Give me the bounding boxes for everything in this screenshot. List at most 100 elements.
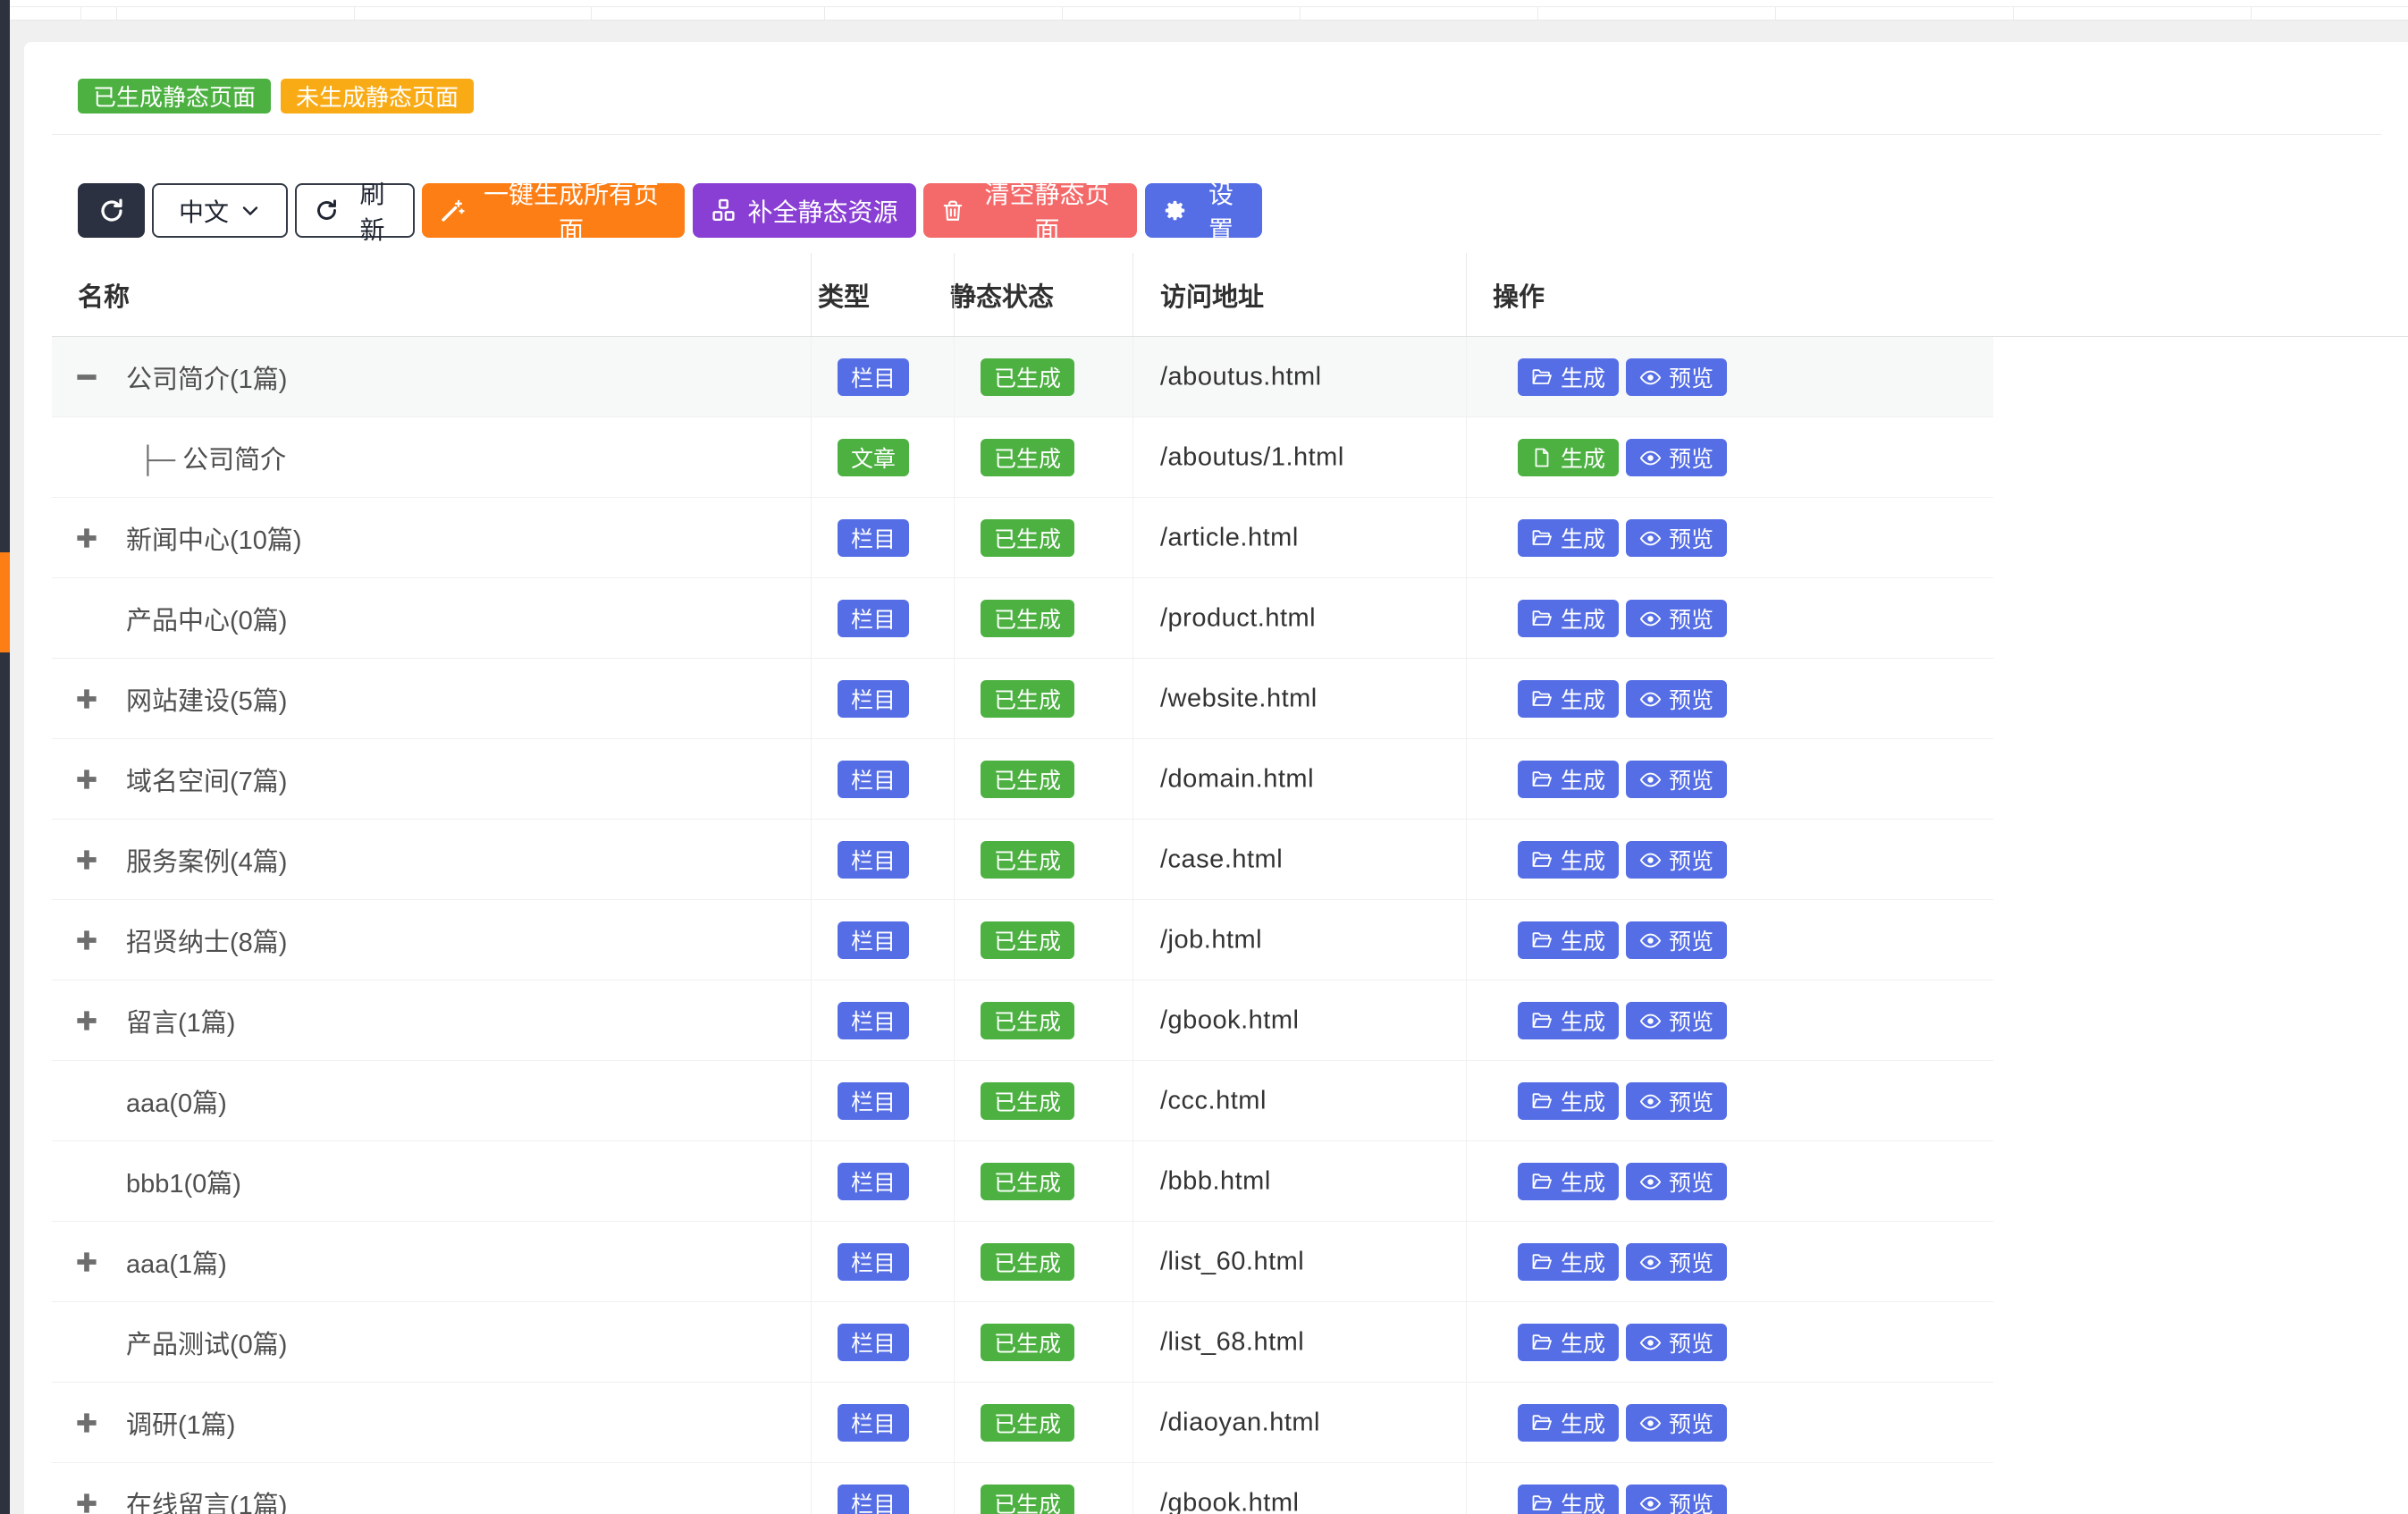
preview-button[interactable]: 预览	[1626, 921, 1727, 959]
preview-button[interactable]: 预览	[1626, 1002, 1727, 1039]
generate-button[interactable]: 生成	[1518, 1243, 1619, 1281]
table-row: ├─ 在线留言(1篇) 栏目 已生成 /gbook.html 生成 预览	[52, 1463, 1993, 1514]
status-badge: 已生成	[981, 1324, 1074, 1361]
generate-button[interactable]: 生成	[1518, 921, 1619, 959]
tree-toggle[interactable]	[72, 362, 102, 392]
plus-icon	[72, 684, 102, 714]
status-badge: 已生成	[981, 761, 1074, 798]
generate-button[interactable]: 生成	[1518, 761, 1619, 798]
plus-icon	[72, 523, 102, 553]
preview-button[interactable]: 预览	[1626, 519, 1727, 557]
strip-column-divider	[2013, 6, 2014, 20]
header-action: 操作	[1493, 253, 1545, 337]
preview-button[interactable]: 预览	[1626, 600, 1727, 637]
tree-toggle[interactable]	[72, 1408, 102, 1438]
generate-button[interactable]: 生成	[1518, 439, 1619, 476]
page-name: ├─ 招贤纳士(8篇)	[126, 921, 287, 959]
settings-button[interactable]: 设置	[1145, 183, 1262, 238]
table-row: ├─ 产品测试(0篇) 栏目 已生成 /list_68.html 生成 预览	[52, 1302, 1993, 1383]
eye-icon	[1639, 527, 1661, 549]
preview-button[interactable]: 预览	[1626, 1404, 1727, 1442]
status-badge: 已生成	[981, 439, 1074, 476]
type-badge: 栏目	[838, 1082, 909, 1120]
preview-button[interactable]: 预览	[1626, 1082, 1727, 1120]
eye-icon	[1639, 849, 1661, 871]
generate-button[interactable]: 生成	[1518, 1485, 1619, 1514]
tree-toggle[interactable]	[72, 925, 102, 955]
preview-button[interactable]: 预览	[1626, 1485, 1727, 1514]
page-name: ├─ 产品测试(0篇)	[126, 1324, 287, 1361]
legend: 已生成静态页面 未生成静态页面	[78, 79, 474, 114]
column-divider	[811, 253, 812, 337]
preview-button[interactable]: 预览	[1626, 1163, 1727, 1200]
type-badge: 栏目	[838, 358, 909, 396]
page-name: ├─ 调研(1篇)	[126, 1404, 235, 1442]
generate-button[interactable]: 生成	[1518, 1002, 1619, 1039]
refresh-icon	[98, 198, 125, 224]
table-row: ├─ 新闻中心(10篇) 栏目 已生成 /article.html 生成 预览	[52, 498, 1993, 578]
page-url: /ccc.html	[1160, 1086, 1267, 1115]
preview-button[interactable]: 预览	[1626, 1324, 1727, 1361]
generate-button[interactable]: 生成	[1518, 1082, 1619, 1120]
folder-open-icon	[1531, 608, 1553, 629]
page-url: /article.html	[1160, 523, 1299, 552]
folder-open-icon	[1531, 1412, 1553, 1434]
strip-column-divider	[354, 6, 355, 20]
plus-icon	[72, 764, 102, 795]
tree-toggle[interactable]	[72, 1005, 102, 1036]
toolbar: 中文 刷新 一键生成所有页面 补全静态资源	[78, 183, 1262, 238]
generate-button[interactable]: 生成	[1518, 358, 1619, 396]
table-row: ├─ 招贤纳士(8篇) 栏目 已生成 /job.html 生成 预览	[52, 900, 1993, 980]
refresh-icon-button[interactable]	[78, 183, 145, 238]
table-row: ├─ 调研(1篇) 栏目 已生成 /diaoyan.html 生成 预览	[52, 1383, 1993, 1463]
tree-toggle[interactable]	[72, 1247, 102, 1277]
tree-toggle[interactable]	[72, 1488, 102, 1514]
generate-button[interactable]: 生成	[1518, 680, 1619, 718]
plus-icon	[72, 1005, 102, 1036]
sidebar-active-indicator[interactable]	[0, 552, 10, 652]
language-select[interactable]: 中文	[152, 183, 288, 238]
plus-icon	[72, 1488, 102, 1514]
preview-button[interactable]: 预览	[1626, 358, 1727, 396]
strip-column-divider	[824, 6, 825, 20]
tree-toggle[interactable]	[72, 523, 102, 553]
header-url: 访问地址	[1160, 253, 1264, 337]
status-badge: 已生成	[981, 1002, 1074, 1039]
generate-button[interactable]: 生成	[1518, 1404, 1619, 1442]
eye-icon	[1639, 1332, 1661, 1353]
preview-button[interactable]: 预览	[1626, 841, 1727, 879]
preview-button[interactable]: 预览	[1626, 680, 1727, 718]
table-row: ├─ 留言(1篇) 栏目 已生成 /gbook.html 生成 预览	[52, 980, 1993, 1061]
table-header: 名称 类型 静态状态 访问地址 操作	[52, 253, 1993, 337]
refresh-button[interactable]: 刷新	[295, 183, 415, 238]
preview-button[interactable]: 预览	[1626, 439, 1727, 476]
generate-button[interactable]: 生成	[1518, 1163, 1619, 1200]
strip-column-divider	[1775, 6, 1776, 20]
eye-icon	[1639, 447, 1661, 468]
page-name: ├─ 网站建设(5篇)	[126, 680, 287, 718]
type-badge: 栏目	[838, 519, 909, 557]
clear-static-button[interactable]: 清空静态页面	[923, 183, 1137, 238]
folder-open-icon	[1531, 1171, 1553, 1192]
page-name: ├─ aaa(0篇)	[126, 1082, 227, 1120]
tree-toggle[interactable]	[72, 764, 102, 795]
eye-icon	[1639, 366, 1661, 388]
generate-all-button[interactable]: 一键生成所有页面	[422, 183, 685, 238]
preview-button[interactable]: 预览	[1626, 1243, 1727, 1281]
legend-not-generated-badge: 未生成静态页面	[281, 79, 474, 114]
folder-open-icon	[1531, 769, 1553, 790]
eye-icon	[1639, 769, 1661, 790]
generate-button[interactable]: 生成	[1518, 841, 1619, 879]
complete-assets-button[interactable]: 补全静态资源	[693, 183, 916, 238]
header-name: 名称	[78, 253, 130, 337]
type-badge: 栏目	[838, 841, 909, 879]
type-badge: 文章	[838, 439, 909, 476]
tree-toggle[interactable]	[72, 845, 102, 875]
preview-button[interactable]: 预览	[1626, 761, 1727, 798]
generate-button[interactable]: 生成	[1518, 1324, 1619, 1361]
status-badge: 已生成	[981, 1243, 1074, 1281]
generate-button[interactable]: 生成	[1518, 600, 1619, 637]
generate-button[interactable]: 生成	[1518, 519, 1619, 557]
page-url: /domain.html	[1160, 764, 1314, 794]
tree-toggle[interactable]	[72, 684, 102, 714]
